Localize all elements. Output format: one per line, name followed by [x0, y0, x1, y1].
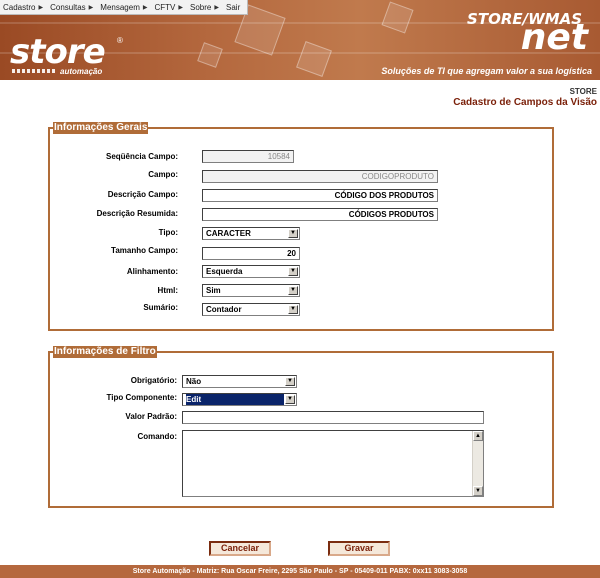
save-button[interactable]: Gravar	[328, 541, 390, 556]
logo-bars	[12, 69, 56, 73]
tamanho-field[interactable]: 20	[202, 247, 300, 260]
page-title: Cadastro de Campos da Visão	[453, 97, 597, 108]
alinhamento-select[interactable]: Esquerda ▼	[202, 265, 300, 278]
comando-label: Comando:	[137, 432, 177, 441]
breadcrumb: STORE	[569, 87, 597, 96]
chevron-right-icon: ▶	[38, 4, 44, 11]
main-menu: Cadastro ▶ Consultas ▶ Mensagem ▶ CFTV ▶ Sob…	[0, 0, 249, 15]
menu-label: Cadastro	[3, 2, 36, 12]
html-label: Html:	[157, 286, 178, 295]
scrollbar[interactable]: ▲ ▼	[472, 431, 483, 496]
descricao-label: Descrição Campo:	[107, 190, 178, 199]
chevron-down-icon[interactable]: ▼	[285, 377, 295, 386]
cube-decoration	[381, 1, 414, 34]
chevron-right-icon: ▶	[214, 4, 219, 11]
chevron-down-icon[interactable]: ▼	[288, 286, 298, 295]
chevron-right-icon: ▶	[142, 4, 148, 11]
menu-label: Sair	[226, 2, 241, 12]
footer: Store Automação - Matriz: Rua Oscar Frei…	[0, 565, 600, 578]
descricao-resumida-field[interactable]: CÓDIGOS PRODUTOS	[202, 208, 438, 221]
menu-sobre[interactable]: Sobre ▶	[190, 3, 219, 12]
descricao-resumida-label: Descrição Resumida:	[96, 209, 178, 218]
alinhamento-value: Esquerda	[206, 267, 243, 276]
chevron-down-icon[interactable]: ▼	[288, 229, 298, 238]
descricao-field[interactable]: CÓDIGO DOS PRODUTOS	[202, 189, 438, 202]
scroll-down-icon[interactable]: ▼	[473, 486, 483, 496]
brand-net: net	[520, 17, 588, 58]
menu-mensagem[interactable]: Mensagem ▶	[100, 3, 147, 12]
comando-textarea[interactable]: ▲ ▼	[182, 430, 484, 497]
tipo-select[interactable]: CARACTER ▼	[202, 227, 300, 240]
scroll-up-icon[interactable]: ▲	[473, 431, 483, 441]
chevron-down-icon[interactable]: ▼	[288, 267, 298, 276]
menu-cftv[interactable]: CFTV ▶	[155, 3, 184, 12]
obrigatorio-value: Não	[186, 377, 202, 386]
tamanho-label: Tamanho Campo:	[111, 246, 178, 255]
tipo-componente-select[interactable]: Edit ▼	[182, 393, 297, 406]
sumario-select[interactable]: Contador ▼	[202, 303, 300, 316]
group-legend: Informações Gerais	[53, 122, 149, 134]
cube-decoration	[197, 42, 223, 68]
menu-label: CFTV	[154, 2, 176, 12]
menu-label: Mensagem	[100, 2, 140, 12]
menu-cadastro[interactable]: Cadastro ▶	[3, 3, 43, 12]
html-select[interactable]: Sim ▼	[202, 284, 300, 297]
group-legend: Informações de Filtro	[53, 346, 157, 358]
cube-decoration	[296, 41, 332, 77]
menu-label: Sobre	[190, 2, 212, 12]
sequencia-field[interactable]: 10584	[202, 150, 294, 163]
chevron-right-icon: ▶	[178, 4, 184, 11]
tipo-componente-value: Edit	[186, 394, 284, 405]
sequencia-label: Seqüência Campo:	[105, 152, 178, 161]
valor-padrao-label: Valor Padrão:	[125, 412, 177, 421]
obrigatorio-label: Obrigatório:	[130, 376, 177, 385]
sumario-label: Sumário:	[143, 303, 178, 312]
alinhamento-label: Alinhamento:	[126, 267, 178, 276]
chevron-down-icon[interactable]: ▼	[288, 305, 298, 314]
sumario-value: Contador	[206, 305, 242, 314]
tagline: Soluções de TI que agregam valor a sua l…	[381, 66, 592, 76]
valor-padrao-field[interactable]	[182, 411, 484, 424]
campo-field[interactable]: CODIGOPRODUTO	[202, 170, 438, 183]
chevron-down-icon[interactable]: ▼	[285, 395, 295, 404]
header-banner: Cadastro ▶ Consultas ▶ Mensagem ▶ CFTV ▶ Sob…	[0, 0, 600, 80]
menu-consultas[interactable]: Consultas ▶	[50, 3, 93, 12]
menu-label: Consultas	[50, 2, 86, 12]
tipo-label: Tipo:	[158, 228, 178, 237]
obrigatorio-select[interactable]: Não ▼	[182, 375, 297, 388]
tipo-componente-label: Tipo Componente:	[106, 393, 177, 402]
campo-label: Campo:	[148, 170, 178, 179]
logo-subtitle: automação	[60, 67, 103, 76]
menu-sair[interactable]: Sair	[226, 3, 240, 12]
tipo-value: CARACTER	[206, 229, 251, 238]
store-logo: store	[10, 32, 106, 72]
registered-mark: ®	[117, 36, 123, 45]
chevron-right-icon: ▶	[88, 4, 94, 11]
html-value: Sim	[206, 286, 221, 295]
cancel-button[interactable]: Cancelar	[209, 541, 271, 556]
